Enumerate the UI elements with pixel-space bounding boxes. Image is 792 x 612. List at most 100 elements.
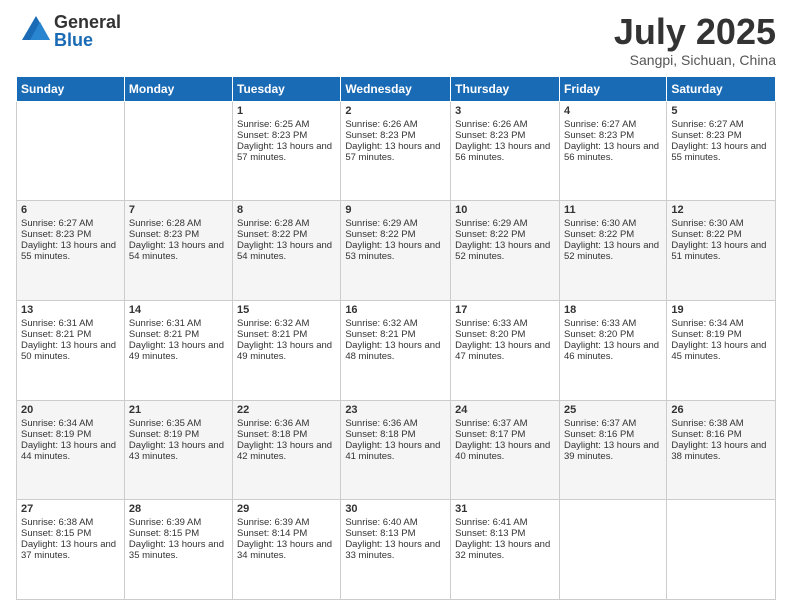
day-cell-1-6: 12 Sunrise: 6:30 AM Sunset: 8:22 PM Dayl… — [667, 201, 776, 301]
daylight: Daylight: 13 hours and 49 minutes. — [237, 340, 332, 362]
day-number: 20 — [21, 404, 120, 416]
day-cell-0-3: 2 Sunrise: 6:26 AM Sunset: 8:23 PM Dayli… — [341, 101, 451, 201]
day-number: 19 — [671, 304, 771, 316]
sunset: Sunset: 8:22 PM — [237, 229, 307, 240]
day-cell-0-5: 4 Sunrise: 6:27 AM Sunset: 8:23 PM Dayli… — [559, 101, 666, 201]
daylight: Daylight: 13 hours and 54 minutes. — [129, 240, 224, 262]
sunrise: Sunrise: 6:33 AM — [455, 318, 527, 329]
sunset: Sunset: 8:13 PM — [455, 528, 525, 539]
day-cell-3-3: 23 Sunrise: 6:36 AM Sunset: 8:18 PM Dayl… — [341, 400, 451, 500]
sunrise: Sunrise: 6:34 AM — [21, 418, 93, 429]
sunrise: Sunrise: 6:36 AM — [345, 418, 417, 429]
sunrise: Sunrise: 6:32 AM — [345, 318, 417, 329]
sunset: Sunset: 8:17 PM — [455, 429, 525, 440]
day-cell-2-4: 17 Sunrise: 6:33 AM Sunset: 8:20 PM Dayl… — [451, 300, 560, 400]
daylight: Daylight: 13 hours and 55 minutes. — [21, 240, 116, 262]
day-cell-4-0: 27 Sunrise: 6:38 AM Sunset: 8:15 PM Dayl… — [17, 500, 125, 600]
day-number: 24 — [455, 404, 555, 416]
sunset: Sunset: 8:23 PM — [564, 130, 634, 141]
day-cell-3-4: 24 Sunrise: 6:37 AM Sunset: 8:17 PM Dayl… — [451, 400, 560, 500]
day-number: 3 — [455, 105, 555, 117]
sunrise: Sunrise: 6:30 AM — [564, 218, 636, 229]
sunrise: Sunrise: 6:27 AM — [671, 119, 743, 130]
title-block: July 2025 Sangpi, Sichuan, China — [614, 12, 776, 68]
sunset: Sunset: 8:18 PM — [345, 429, 415, 440]
daylight: Daylight: 13 hours and 32 minutes. — [455, 539, 550, 561]
day-cell-4-3: 30 Sunrise: 6:40 AM Sunset: 8:13 PM Dayl… — [341, 500, 451, 600]
day-number: 30 — [345, 503, 446, 515]
day-number: 26 — [671, 404, 771, 416]
weekday-header-row: Sunday Monday Tuesday Wednesday Thursday… — [17, 76, 776, 101]
day-cell-1-0: 6 Sunrise: 6:27 AM Sunset: 8:23 PM Dayli… — [17, 201, 125, 301]
sunrise: Sunrise: 6:38 AM — [21, 517, 93, 528]
day-cell-2-3: 16 Sunrise: 6:32 AM Sunset: 8:21 PM Dayl… — [341, 300, 451, 400]
sunset: Sunset: 8:21 PM — [129, 329, 199, 340]
day-cell-0-4: 3 Sunrise: 6:26 AM Sunset: 8:23 PM Dayli… — [451, 101, 560, 201]
header-saturday: Saturday — [667, 76, 776, 101]
header-wednesday: Wednesday — [341, 76, 451, 101]
day-number: 29 — [237, 503, 336, 515]
sunset: Sunset: 8:22 PM — [455, 229, 525, 240]
sunrise: Sunrise: 6:25 AM — [237, 119, 309, 130]
sunrise: Sunrise: 6:35 AM — [129, 418, 201, 429]
daylight: Daylight: 13 hours and 34 minutes. — [237, 539, 332, 561]
sunrise: Sunrise: 6:26 AM — [345, 119, 417, 130]
sunset: Sunset: 8:21 PM — [21, 329, 91, 340]
day-number: 6 — [21, 204, 120, 216]
daylight: Daylight: 13 hours and 45 minutes. — [671, 340, 766, 362]
sunset: Sunset: 8:23 PM — [21, 229, 91, 240]
sunset: Sunset: 8:22 PM — [671, 229, 741, 240]
sunrise: Sunrise: 6:28 AM — [129, 218, 201, 229]
day-number: 4 — [564, 105, 662, 117]
daylight: Daylight: 13 hours and 44 minutes. — [21, 440, 116, 462]
day-cell-2-5: 18 Sunrise: 6:33 AM Sunset: 8:20 PM Dayl… — [559, 300, 666, 400]
daylight: Daylight: 13 hours and 55 minutes. — [671, 141, 766, 163]
daylight: Daylight: 13 hours and 49 minutes. — [129, 340, 224, 362]
day-cell-3-0: 20 Sunrise: 6:34 AM Sunset: 8:19 PM Dayl… — [17, 400, 125, 500]
day-cell-0-2: 1 Sunrise: 6:25 AM Sunset: 8:23 PM Dayli… — [233, 101, 341, 201]
sunrise: Sunrise: 6:29 AM — [455, 218, 527, 229]
daylight: Daylight: 13 hours and 51 minutes. — [671, 240, 766, 262]
daylight: Daylight: 13 hours and 57 minutes. — [345, 141, 440, 163]
day-number: 25 — [564, 404, 662, 416]
logo-general-text: General — [54, 13, 121, 31]
day-number: 7 — [129, 204, 228, 216]
day-cell-2-2: 15 Sunrise: 6:32 AM Sunset: 8:21 PM Dayl… — [233, 300, 341, 400]
sunset: Sunset: 8:22 PM — [345, 229, 415, 240]
day-number: 2 — [345, 105, 446, 117]
day-number: 11 — [564, 204, 662, 216]
sunset: Sunset: 8:20 PM — [564, 329, 634, 340]
daylight: Daylight: 13 hours and 47 minutes. — [455, 340, 550, 362]
day-cell-1-5: 11 Sunrise: 6:30 AM Sunset: 8:22 PM Dayl… — [559, 201, 666, 301]
day-cell-2-6: 19 Sunrise: 6:34 AM Sunset: 8:19 PM Dayl… — [667, 300, 776, 400]
sunset: Sunset: 8:22 PM — [564, 229, 634, 240]
day-number: 13 — [21, 304, 120, 316]
day-number: 21 — [129, 404, 228, 416]
logo: General Blue — [16, 12, 121, 50]
sunset: Sunset: 8:20 PM — [455, 329, 525, 340]
day-cell-4-5 — [559, 500, 666, 600]
day-cell-2-1: 14 Sunrise: 6:31 AM Sunset: 8:21 PM Dayl… — [124, 300, 232, 400]
day-number: 1 — [237, 105, 336, 117]
daylight: Daylight: 13 hours and 38 minutes. — [671, 440, 766, 462]
day-cell-3-6: 26 Sunrise: 6:38 AM Sunset: 8:16 PM Dayl… — [667, 400, 776, 500]
daylight: Daylight: 13 hours and 53 minutes. — [345, 240, 440, 262]
sunset: Sunset: 8:16 PM — [671, 429, 741, 440]
day-cell-1-1: 7 Sunrise: 6:28 AM Sunset: 8:23 PM Dayli… — [124, 201, 232, 301]
sunrise: Sunrise: 6:40 AM — [345, 517, 417, 528]
daylight: Daylight: 13 hours and 56 minutes. — [455, 141, 550, 163]
day-number: 12 — [671, 204, 771, 216]
day-number: 15 — [237, 304, 336, 316]
sunrise: Sunrise: 6:29 AM — [345, 218, 417, 229]
sunset: Sunset: 8:19 PM — [129, 429, 199, 440]
sunrise: Sunrise: 6:31 AM — [129, 318, 201, 329]
logo-icon — [16, 12, 54, 50]
daylight: Daylight: 13 hours and 41 minutes. — [345, 440, 440, 462]
sunset: Sunset: 8:14 PM — [237, 528, 307, 539]
daylight: Daylight: 13 hours and 42 minutes. — [237, 440, 332, 462]
calendar-table: Sunday Monday Tuesday Wednesday Thursday… — [16, 76, 776, 600]
daylight: Daylight: 13 hours and 54 minutes. — [237, 240, 332, 262]
sunrise: Sunrise: 6:31 AM — [21, 318, 93, 329]
sunrise: Sunrise: 6:41 AM — [455, 517, 527, 528]
sunset: Sunset: 8:23 PM — [129, 229, 199, 240]
